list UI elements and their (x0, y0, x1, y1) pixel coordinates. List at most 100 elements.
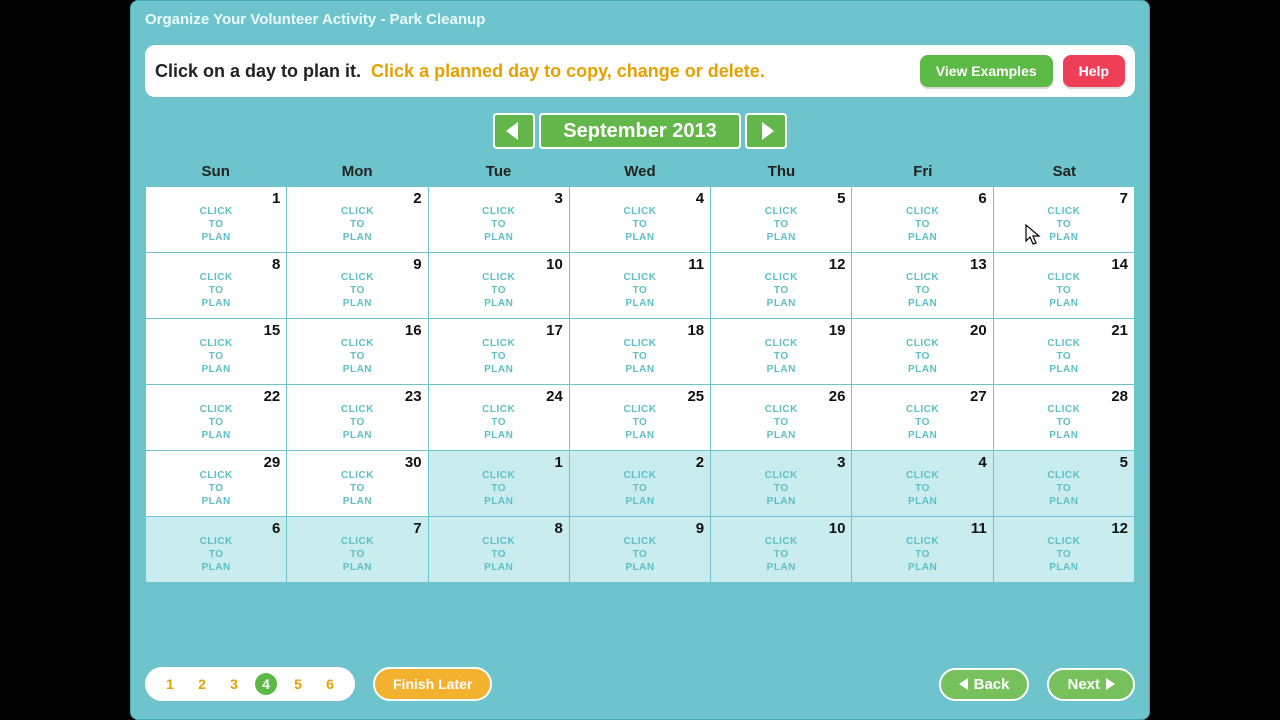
window-title: Organize Your Volunteer Activity - Park … (131, 1, 1149, 39)
calendar-day[interactable]: 25CLICK TO PLAN (570, 385, 711, 451)
calendar-day[interactable]: 5CLICK TO PLAN (711, 187, 852, 253)
calendar-day[interactable]: 30CLICK TO PLAN (287, 451, 428, 517)
calendar-day[interactable]: 4CLICK TO PLAN (852, 451, 993, 517)
step-6[interactable]: 6 (319, 673, 341, 695)
click-to-plan-label: CLICK TO PLAN (994, 205, 1134, 244)
click-to-plan-label: CLICK TO PLAN (994, 535, 1134, 574)
finish-later-button[interactable]: Finish Later (373, 667, 492, 701)
calendar-day[interactable]: 17CLICK TO PLAN (429, 319, 570, 385)
click-to-plan-label: CLICK TO PLAN (287, 535, 427, 574)
progress-stepper: 123456 (145, 667, 355, 701)
calendar-day[interactable]: 9CLICK TO PLAN (287, 253, 428, 319)
calendar-day[interactable]: 1CLICK TO PLAN (429, 451, 570, 517)
calendar-day[interactable]: 21CLICK TO PLAN (994, 319, 1135, 385)
next-button[interactable]: Next (1047, 668, 1135, 701)
click-to-plan-label: CLICK TO PLAN (994, 337, 1134, 376)
calendar-day[interactable]: 7CLICK TO PLAN (287, 517, 428, 583)
calendar-day[interactable]: 8CLICK TO PLAN (146, 253, 287, 319)
click-to-plan-label: CLICK TO PLAN (711, 469, 851, 508)
step-2[interactable]: 2 (191, 673, 213, 695)
app-window: Organize Your Volunteer Activity - Park … (130, 0, 1150, 720)
click-to-plan-label: CLICK TO PLAN (429, 337, 569, 376)
calendar-day[interactable]: 13CLICK TO PLAN (852, 253, 993, 319)
calendar-day[interactable]: 12CLICK TO PLAN (711, 253, 852, 319)
help-button[interactable]: Help (1063, 55, 1125, 87)
click-to-plan-label: CLICK TO PLAN (852, 535, 992, 574)
calendar: SunMonTueWedThuFriSat 1CLICK TO PLAN2CLI… (145, 157, 1135, 583)
calendar-day[interactable]: 11CLICK TO PLAN (852, 517, 993, 583)
calendar-day[interactable]: 24CLICK TO PLAN (429, 385, 570, 451)
calendar-day[interactable]: 2CLICK TO PLAN (570, 451, 711, 517)
day-header: Tue (428, 163, 569, 180)
step-1[interactable]: 1 (159, 673, 181, 695)
calendar-day[interactable]: 27CLICK TO PLAN (852, 385, 993, 451)
click-to-plan-label: CLICK TO PLAN (711, 337, 851, 376)
calendar-day[interactable]: 10CLICK TO PLAN (429, 253, 570, 319)
calendar-day[interactable]: 23CLICK TO PLAN (287, 385, 428, 451)
calendar-day[interactable]: 22CLICK TO PLAN (146, 385, 287, 451)
month-navigator: September 2013 (493, 113, 786, 149)
calendar-day[interactable]: 14CLICK TO PLAN (994, 253, 1135, 319)
step-4[interactable]: 4 (255, 673, 277, 695)
instruction-primary: Click on a day to plan it. (155, 61, 361, 82)
click-to-plan-label: CLICK TO PLAN (146, 469, 286, 508)
click-to-plan-label: CLICK TO PLAN (287, 469, 427, 508)
click-to-plan-label: CLICK TO PLAN (852, 271, 992, 310)
calendar-day[interactable]: 16CLICK TO PLAN (287, 319, 428, 385)
calendar-day[interactable]: 18CLICK TO PLAN (570, 319, 711, 385)
chevron-right-icon (1106, 678, 1115, 690)
calendar-grid: 1CLICK TO PLAN2CLICK TO PLAN3CLICK TO PL… (145, 186, 1135, 583)
day-header: Fri (852, 163, 993, 180)
calendar-day[interactable]: 3CLICK TO PLAN (429, 187, 570, 253)
click-to-plan-label: CLICK TO PLAN (711, 205, 851, 244)
click-to-plan-label: CLICK TO PLAN (146, 271, 286, 310)
calendar-day[interactable]: 11CLICK TO PLAN (570, 253, 711, 319)
click-to-plan-label: CLICK TO PLAN (711, 535, 851, 574)
back-button[interactable]: Back (939, 668, 1030, 701)
calendar-day[interactable]: 8CLICK TO PLAN (429, 517, 570, 583)
instruction-secondary: Click a planned day to copy, change or d… (371, 61, 910, 82)
calendar-day[interactable]: 4CLICK TO PLAN (570, 187, 711, 253)
click-to-plan-label: CLICK TO PLAN (429, 403, 569, 442)
click-to-plan-label: CLICK TO PLAN (146, 403, 286, 442)
next-button-label: Next (1067, 676, 1100, 693)
calendar-day[interactable]: 2CLICK TO PLAN (287, 187, 428, 253)
click-to-plan-label: CLICK TO PLAN (429, 271, 569, 310)
calendar-day[interactable]: 12CLICK TO PLAN (994, 517, 1135, 583)
view-examples-button[interactable]: View Examples (920, 55, 1053, 87)
calendar-day[interactable]: 6CLICK TO PLAN (146, 517, 287, 583)
calendar-day[interactable]: 28CLICK TO PLAN (994, 385, 1135, 451)
click-to-plan-label: CLICK TO PLAN (570, 535, 710, 574)
step-3[interactable]: 3 (223, 673, 245, 695)
click-to-plan-label: CLICK TO PLAN (570, 403, 710, 442)
click-to-plan-label: CLICK TO PLAN (429, 469, 569, 508)
day-header: Sat (994, 163, 1135, 180)
step-5[interactable]: 5 (287, 673, 309, 695)
click-to-plan-label: CLICK TO PLAN (852, 469, 992, 508)
calendar-day[interactable]: 20CLICK TO PLAN (852, 319, 993, 385)
click-to-plan-label: CLICK TO PLAN (711, 271, 851, 310)
click-to-plan-label: CLICK TO PLAN (429, 205, 569, 244)
prev-month-button[interactable] (493, 113, 535, 149)
calendar-day[interactable]: 15CLICK TO PLAN (146, 319, 287, 385)
calendar-day[interactable]: 7CLICK TO PLAN (994, 187, 1135, 253)
calendar-day[interactable]: 9CLICK TO PLAN (570, 517, 711, 583)
click-to-plan-label: CLICK TO PLAN (852, 337, 992, 376)
next-month-button[interactable] (745, 113, 787, 149)
click-to-plan-label: CLICK TO PLAN (287, 403, 427, 442)
click-to-plan-label: CLICK TO PLAN (994, 403, 1134, 442)
click-to-plan-label: CLICK TO PLAN (429, 535, 569, 574)
click-to-plan-label: CLICK TO PLAN (570, 271, 710, 310)
calendar-day[interactable]: 19CLICK TO PLAN (711, 319, 852, 385)
chevron-left-icon (959, 678, 968, 690)
calendar-day[interactable]: 5CLICK TO PLAN (994, 451, 1135, 517)
calendar-day[interactable]: 1CLICK TO PLAN (146, 187, 287, 253)
calendar-day[interactable]: 6CLICK TO PLAN (852, 187, 993, 253)
calendar-day[interactable]: 10CLICK TO PLAN (711, 517, 852, 583)
calendar-day[interactable]: 29CLICK TO PLAN (146, 451, 287, 517)
calendar-day[interactable]: 3CLICK TO PLAN (711, 451, 852, 517)
day-headers: SunMonTueWedThuFriSat (145, 157, 1135, 186)
calendar-day[interactable]: 26CLICK TO PLAN (711, 385, 852, 451)
chevron-right-icon (758, 122, 774, 140)
month-label: September 2013 (539, 113, 740, 149)
